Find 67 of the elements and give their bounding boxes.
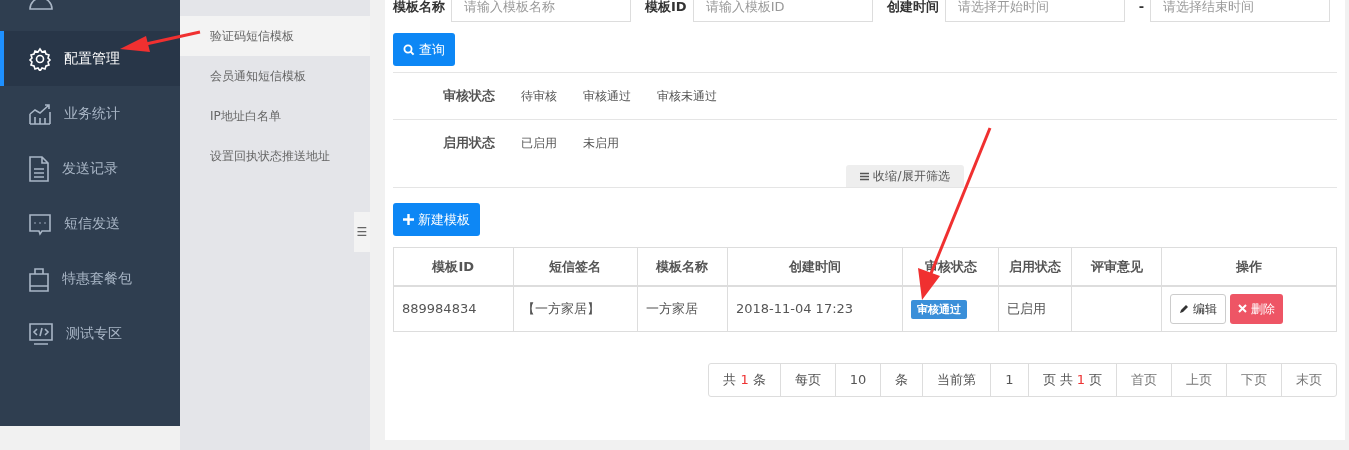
filter-option[interactable]: 审核通过 [583, 87, 631, 105]
field-label: 创建时间 [886, 0, 939, 17]
input-field[interactable]: 请选择结束时间 [1150, 0, 1331, 22]
pagination-text: 条 [880, 364, 923, 396]
bag-icon [28, 265, 50, 292]
submenu-item[interactable]: 验证码短信模板 [180, 16, 370, 56]
submenu-item[interactable]: IP地址白名单 [180, 96, 370, 136]
document-icon [28, 155, 50, 182]
pagination-text: 1 [990, 364, 1028, 396]
page-link[interactable]: 首页 [1116, 364, 1171, 396]
status-badge: 审核通过 [911, 300, 968, 319]
chart-icon [28, 101, 52, 126]
pencil-icon [1179, 303, 1189, 314]
table-cell: 889984834 [393, 285, 514, 332]
pagination-text: 10 [834, 364, 881, 396]
pagination-text: 共 1 条 [722, 371, 767, 390]
column-header: 模板ID [393, 247, 514, 286]
sidebar-item[interactable]: 特惠套餐包 [0, 251, 180, 306]
column-header: 评审意见 [1071, 247, 1162, 286]
close-icon [1238, 304, 1247, 314]
filter-label: 启用状态 [443, 133, 495, 152]
page-link[interactable]: 上页 [1171, 364, 1226, 396]
submenu-item[interactable]: 设置回执状态推送地址 [180, 136, 370, 176]
sidebar-item[interactable]: 配置管理 [0, 31, 180, 86]
plus-icon [403, 214, 414, 225]
sidebar-item[interactable]: 测试专区 [0, 306, 180, 361]
filter-label: 审核状态 [443, 87, 495, 106]
field-label: 模板ID [645, 0, 687, 17]
filter-option[interactable]: 已启用 [521, 133, 557, 152]
search-icon [403, 43, 415, 56]
gear-icon [28, 46, 52, 71]
new-template-button[interactable]: 新建模板 [393, 203, 480, 236]
page-link[interactable]: 末页 [1281, 364, 1336, 396]
table-cell: 【一方家居】 [513, 285, 638, 332]
pagination-text: 每页 [779, 364, 835, 396]
table-cell: 2018-11-04 17:23 [727, 285, 903, 332]
filter-option[interactable]: 未启用 [583, 133, 619, 152]
submenu-item[interactable]: 会员通知短信模板 [180, 56, 370, 96]
input-field[interactable]: 请选择开始时间 [944, 0, 1125, 22]
delete-button[interactable]: 删除 [1230, 293, 1283, 324]
sidebar-item[interactable]: 发送记录 [0, 141, 180, 196]
menu-icon [860, 171, 870, 181]
filter-option[interactable]: 审核未通过 [657, 87, 717, 105]
column-header: 模板名称 [637, 247, 728, 286]
field-label: 模板名称 [393, 0, 445, 17]
column-header: 操作 [1161, 247, 1337, 286]
input-field[interactable]: 请输入模板ID [692, 0, 873, 22]
table-cell: 一方家居 [637, 285, 728, 332]
filter-toggle[interactable]: 收缩/展开筛选 [846, 165, 964, 187]
sidebar-item[interactable]: 业务统计 [0, 86, 180, 141]
column-header: 创建时间 [727, 247, 903, 286]
user-icon [28, 0, 54, 11]
collapse-handle[interactable]: ☰ [354, 212, 370, 252]
table-cell: 已启用 [998, 285, 1072, 332]
filter-option[interactable]: 待审核 [521, 87, 557, 105]
sidebar-item[interactable]: 短信发送 [0, 196, 180, 251]
column-header: 短信签名 [513, 247, 638, 286]
page-link[interactable]: 下页 [1226, 364, 1281, 396]
search-button[interactable]: 查询 [393, 33, 455, 66]
pagination-text: 当前第 [922, 364, 991, 396]
code-icon [28, 321, 54, 346]
edit-button[interactable]: 编辑 [1170, 293, 1226, 324]
input-field[interactable]: 请输入模板名称 [451, 0, 631, 22]
message-icon [28, 211, 52, 236]
pagination-text: 页 共 1 页 [1027, 364, 1116, 396]
field-label: - [1138, 0, 1145, 17]
column-header: 启用状态 [998, 247, 1072, 286]
